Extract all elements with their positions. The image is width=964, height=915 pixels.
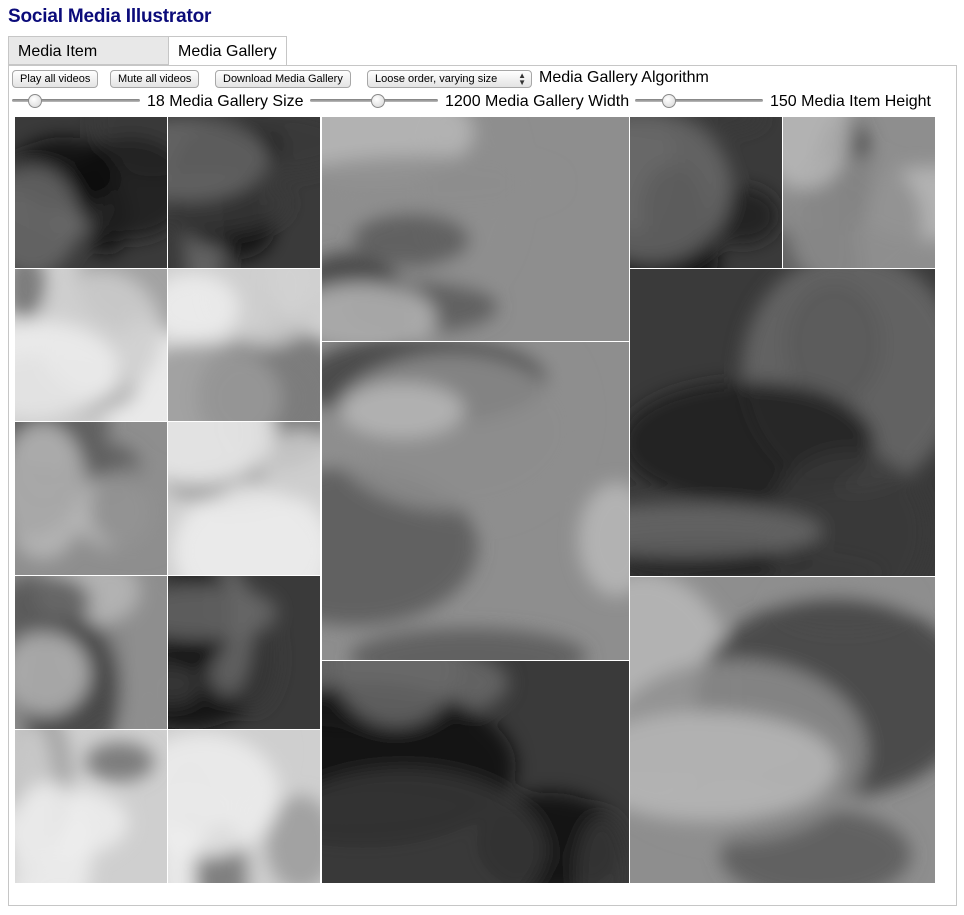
gallery-width-label: Media Gallery Width [485,93,630,110]
blurred-thumbnail [15,269,167,421]
item-height-value: 150 [770,93,797,110]
media-item[interactable] [782,116,936,269]
gallery-width-slider[interactable] [310,94,438,108]
slider-thumb[interactable] [662,94,677,108]
gallery-size-slider[interactable] [12,94,140,108]
algorithm-select[interactable]: Loose order, varying size ▲ ▼ [367,70,532,88]
gallery-width-value: 1200 [445,93,481,110]
media-item[interactable] [14,268,168,422]
media-item[interactable] [167,575,321,730]
slider-thumb[interactable] [27,94,42,108]
media-item[interactable] [14,729,168,884]
blurred-thumbnail [168,117,320,268]
blurred-thumbnail [168,730,320,883]
blurred-thumbnail [15,422,167,575]
media-item[interactable] [167,268,321,422]
algorithm-select-value: Loose order, varying size [375,73,498,85]
media-item[interactable] [629,268,936,577]
blurred-thumbnail [15,576,167,729]
media-item[interactable] [14,421,168,576]
item-height-slider[interactable] [635,94,763,108]
blurred-thumbnail [322,117,629,347]
media-item[interactable] [321,656,630,884]
tab-media-gallery[interactable]: Media Gallery [168,36,287,66]
media-item[interactable] [167,421,321,576]
blurred-thumbnail [630,577,935,883]
play-all-videos-button[interactable]: Play all videos [12,70,99,88]
gallery-size-readout: 18 Media Gallery Size [147,93,304,111]
media-item[interactable] [167,116,321,269]
slider-track [635,99,763,102]
media-item[interactable] [629,576,936,884]
gallery-width-readout: 1200 Media Gallery Width [445,93,629,111]
blurred-thumbnail [630,117,782,268]
blurred-thumbnail [322,342,629,660]
item-height-label: Media Item Height [801,93,931,110]
item-height-readout: 150 Media Item Height [770,93,931,111]
download-media-gallery-button[interactable]: Download Media Gallery [215,70,351,88]
blurred-thumbnail [168,576,320,729]
gallery-size-label: Media Gallery Size [169,93,304,110]
media-item[interactable] [629,116,783,269]
media-item[interactable] [321,341,630,661]
blurred-thumbnail [15,730,167,883]
mute-all-videos-button[interactable]: Mute all videos [110,70,200,88]
tab-media-item-clusters[interactable]: Media Item Clusters [8,36,169,89]
media-item[interactable] [167,729,321,884]
slider-thumb[interactable] [370,94,385,108]
algorithm-label: Media Gallery Algorithm [539,69,709,86]
gallery-size-value: 18 [147,93,165,110]
blurred-thumbnail [783,117,935,268]
blurred-thumbnail [630,269,935,576]
select-arrows-icon: ▲ ▼ [518,71,526,87]
app-title: Social Media Illustrator [8,6,212,27]
blurred-thumbnail [15,117,167,268]
media-item[interactable] [14,575,168,730]
media-gallery [14,116,936,884]
media-item[interactable] [321,116,630,348]
media-item[interactable] [14,116,168,269]
blurred-thumbnail [168,422,320,575]
blurred-thumbnail [322,657,629,883]
blurred-thumbnail [168,269,320,421]
